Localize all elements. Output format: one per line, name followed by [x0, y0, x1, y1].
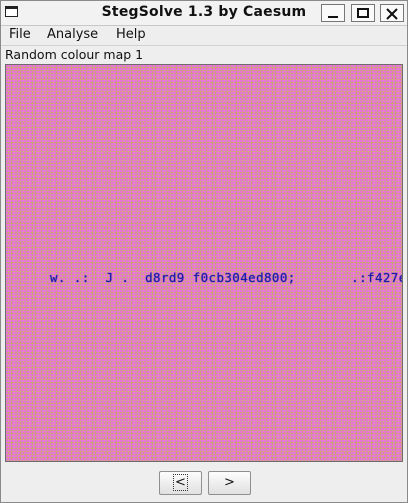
title-bar[interactable]: StegSolve 1.3 by Caesum: [1, 1, 407, 26]
window-title: StegSolve 1.3 by Caesum: [101, 4, 307, 20]
menu-help[interactable]: Help: [116, 27, 146, 42]
previous-button[interactable]: <: [159, 471, 202, 495]
close-icon: [386, 8, 398, 20]
image-view[interactable]: w. .: J . d8rd9 f0cb304ed800; .:f427e;: [5, 64, 403, 462]
view-caption: Random colour map 1: [5, 47, 144, 62]
menu-bar: File Analyse Help: [1, 26, 407, 46]
maximize-button[interactable]: [351, 4, 375, 22]
app-window: StegSolve 1.3 by Caesum File Analyse Hel…: [0, 0, 408, 503]
minimize-button[interactable]: [321, 4, 345, 22]
menu-file[interactable]: File: [9, 27, 31, 42]
next-label: >: [224, 475, 235, 490]
next-button[interactable]: >: [208, 471, 251, 495]
menu-analyse[interactable]: Analyse: [47, 27, 98, 42]
close-button[interactable]: [380, 4, 404, 22]
revealed-text: w. .: J . d8rd9 f0cb304ed800; .:f427e;: [50, 270, 403, 285]
previous-label: <: [173, 474, 188, 491]
